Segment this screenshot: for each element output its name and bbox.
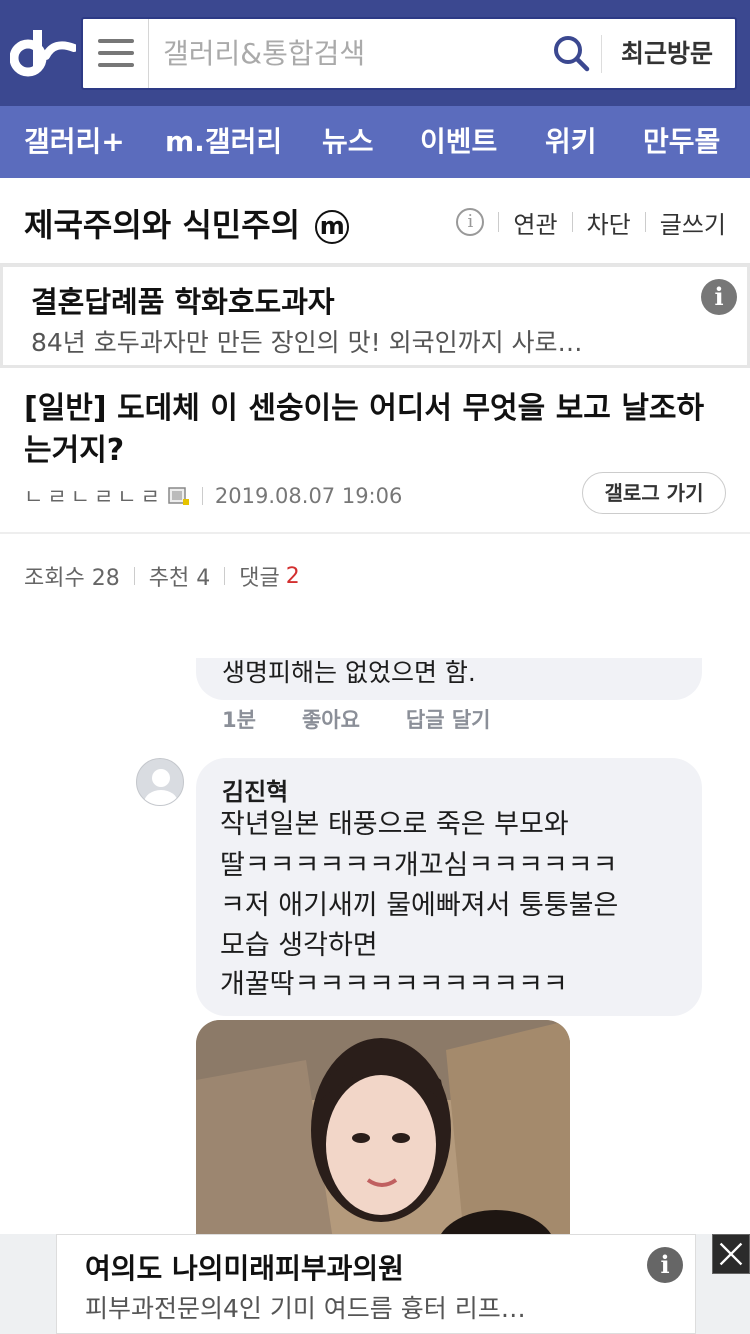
comment-author: 김진혁 <box>222 778 289 806</box>
nav-item-events[interactable]: 이벤트 <box>420 106 497 178</box>
ad-info-icon[interactable]: i <box>701 279 737 315</box>
ad-banner[interactable]: 결혼답례품 학화호도과자 84년 호두과자만 만든 장인의 맛! 외국인까지 사… <box>0 264 750 368</box>
post-author[interactable]: ㄴㄹㄴㄹㄴㄹ <box>24 481 164 511</box>
nav-item-gallery-plus[interactable]: 갤러리+ <box>24 106 125 178</box>
divider <box>0 532 750 534</box>
info-icon[interactable]: i <box>456 208 485 236</box>
post-stats: 조회수 28 추천 4 댓글 2 <box>24 560 300 592</box>
view-count: 조회수 28 <box>24 566 120 591</box>
post-title: [일반] 도데체 이 센숭이는 어디서 무엇을 보고 날조하는거지? <box>24 391 705 468</box>
photo <box>196 1020 570 1234</box>
post-image: 생명피해는 없었으면 함. 1분 좋아요 답글 달기 김진혁 작년일본 태풍으로… <box>0 658 750 1234</box>
prev-comment-text: 생명피해는 없었으면 함. <box>222 658 476 687</box>
close-icon[interactable] <box>712 1234 750 1274</box>
search-input[interactable] <box>163 19 553 88</box>
gallery-actions: i 연관 차단 글쓰기 <box>456 204 726 240</box>
comment-line: 딸ㅋㅋㅋㅋㅋㅋ개꼬심ㅋㅋㅋㅋㅋㅋ <box>220 850 618 881</box>
bottom-ad-bar: 여의도 나의미래피부과의원 피부과전문의4인 기미 여드름 흉터 리프… i <box>0 1234 750 1334</box>
comment-count-label[interactable]: 댓글 <box>239 560 279 592</box>
bottom-ad-title: 여의도 나의미래피부과의원 <box>85 1252 404 1285</box>
gallery-header: 제국주의와 식민주의 m i 연관 차단 글쓰기 <box>0 178 750 264</box>
main-nav: 갤러리+ m.갤러리 뉴스 이벤트 위키 만두몰 <box>0 106 750 178</box>
nav-item-wiki[interactable]: 위키 <box>545 106 597 178</box>
comment-count[interactable]: 2 <box>286 564 300 589</box>
comment-line: ㅋ저 애기새끼 물에빠져서 퉁퉁불은 <box>220 890 619 921</box>
comment-line: 개꿀딱ㅋㅋㅋㅋㅋㅋㅋㅋㅋㅋㅋ <box>220 969 568 1000</box>
post-meta: ㄴㄹㄴㄹㄴㄹ 2019.08.07 19:06 <box>24 480 402 512</box>
recommend-count: 추천 4 <box>148 566 211 591</box>
default-avatar-icon <box>144 769 178 805</box>
search-box: 최근방문 <box>81 17 737 90</box>
bottom-ad-subtitle: 피부과전문의4인 기미 여드름 흉터 리프… <box>85 1294 526 1323</box>
search-divider <box>601 35 602 73</box>
post-date: 2019.08.07 19:06 <box>214 484 403 508</box>
menu-button[interactable] <box>83 19 149 88</box>
fixed-nick-icon <box>168 487 189 505</box>
dc-logo-icon[interactable] <box>10 26 76 78</box>
bottom-ad-info-icon[interactable]: i <box>647 1247 683 1283</box>
block-button[interactable]: 차단 <box>587 205 631 240</box>
nav-item-mandu-mall[interactable]: 만두몰 <box>643 106 720 178</box>
ad-subtitle: 84년 호두과자만 만든 장인의 맛! 외국인까지 사로… <box>31 328 583 357</box>
gallery-title[interactable]: 제국주의와 식민주의 m <box>24 200 350 246</box>
minor-gallery-badge: m <box>315 210 350 244</box>
gallog-button[interactable]: 갤로그 가기 <box>582 472 726 514</box>
write-button[interactable]: 글쓰기 <box>660 205 726 240</box>
comment-actions: 1분 좋아요 답글 달기 <box>222 708 491 732</box>
avatar <box>136 758 184 806</box>
ad-title: 결혼답례품 학화호도과자 <box>31 285 335 319</box>
nav-item-m-gallery[interactable]: m.갤러리 <box>165 106 282 178</box>
related-button[interactable]: 연관 <box>513 205 557 240</box>
top-header: 최근방문 <box>0 0 750 106</box>
search-icon[interactable] <box>551 33 591 73</box>
comment-line: 모습 생각하면 <box>220 930 378 961</box>
comment-line: 작년일본 태풍으로 죽은 부모와 <box>220 809 569 840</box>
nav-item-news[interactable]: 뉴스 <box>322 106 374 178</box>
recent-visits-button[interactable]: 최근방문 <box>621 19 713 88</box>
bottom-ad-card[interactable]: 여의도 나의미래피부과의원 피부과전문의4인 기미 여드름 흉터 리프… i <box>56 1234 696 1334</box>
